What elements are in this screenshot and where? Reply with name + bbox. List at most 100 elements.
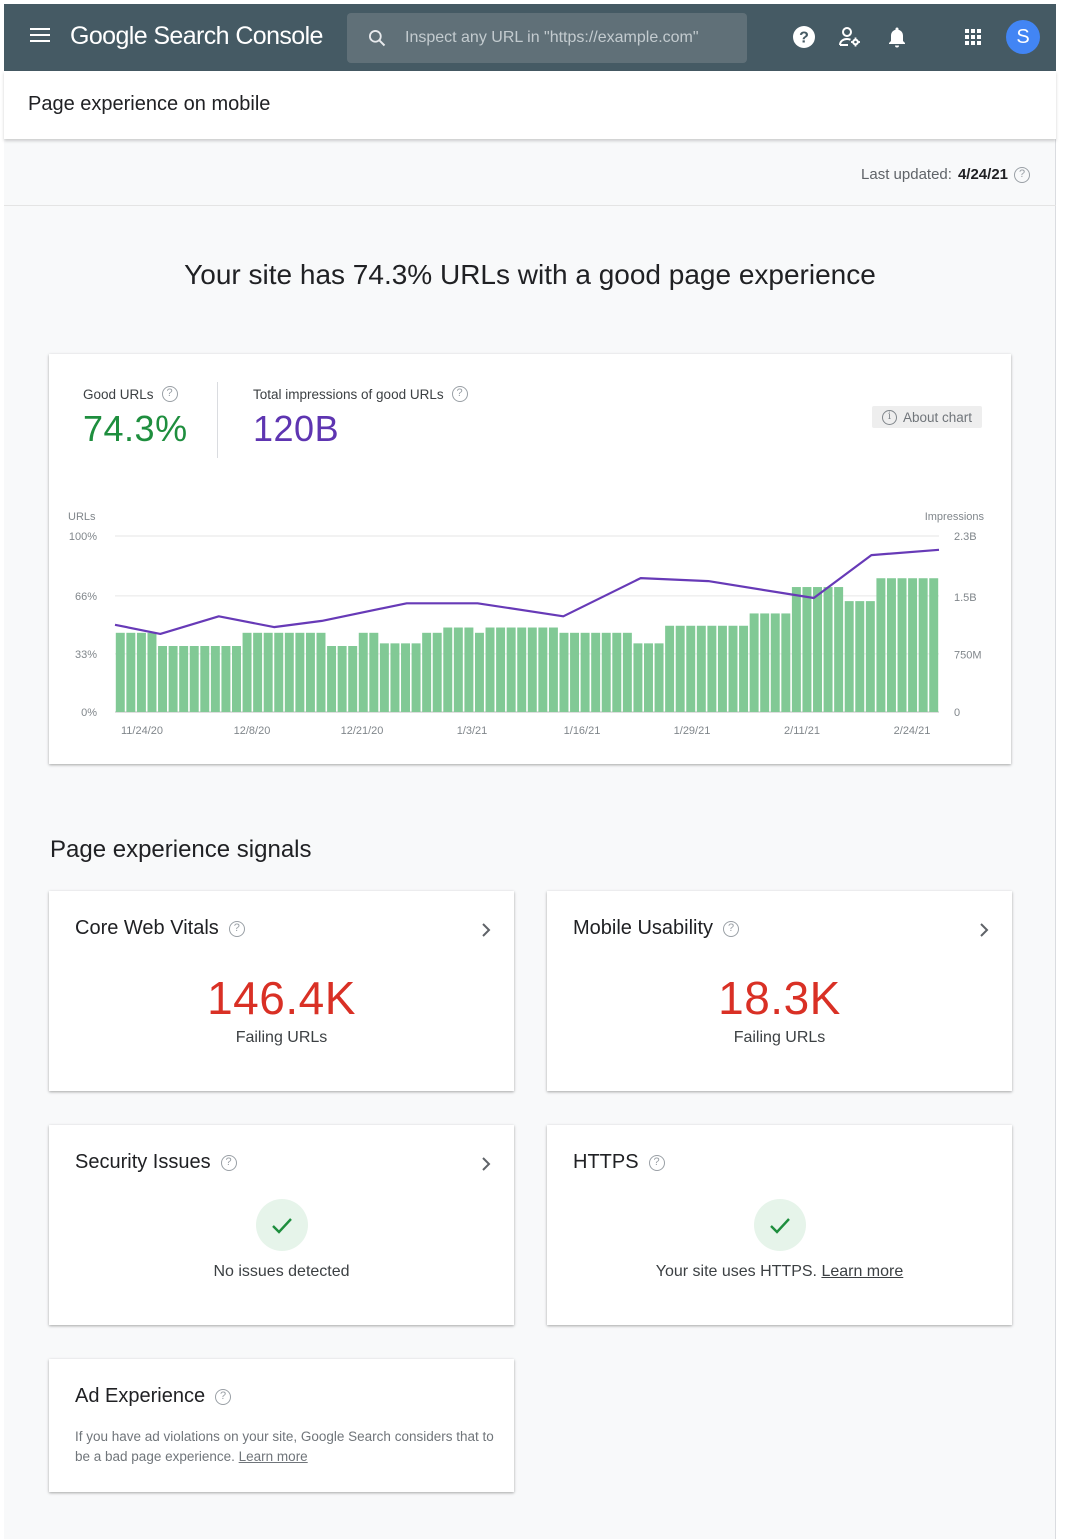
bar <box>580 632 590 712</box>
x-tick-label: 2/11/21 <box>784 725 820 737</box>
bar <box>369 632 379 712</box>
menu-icon[interactable] <box>30 28 50 44</box>
notifications-icon[interactable] <box>885 25 909 49</box>
bar <box>929 578 939 712</box>
app-logo[interactable]: Google Search Console <box>70 22 323 51</box>
last-updated-label: Last updated: <box>861 166 952 183</box>
bar <box>686 625 696 712</box>
bar <box>770 613 780 712</box>
help-icon[interactable]: ? <box>220 1154 237 1171</box>
bar <box>665 625 675 712</box>
bar <box>813 587 822 712</box>
account-avatar[interactable]: S <box>1006 20 1040 54</box>
bar <box>506 627 516 712</box>
bar <box>443 627 453 712</box>
security-issues-status: No issues detected <box>213 1263 350 1280</box>
bar <box>242 632 252 712</box>
bar <box>496 627 506 712</box>
bar <box>601 632 611 712</box>
url-inspection-search[interactable] <box>347 13 747 63</box>
right-tick-label: 2.3B <box>954 531 977 543</box>
https-card: HTTPS? Your site uses HTTPS. Learn more <box>547 1125 1012 1325</box>
bar <box>348 646 358 712</box>
bar <box>844 601 854 712</box>
page-title: Page experience on mobile <box>28 93 271 115</box>
bar <box>559 632 569 712</box>
mobile-usability-title: Mobile Usability <box>573 917 714 939</box>
bar <box>886 578 896 712</box>
bar <box>210 646 220 712</box>
bar <box>337 646 347 712</box>
bar <box>675 625 685 712</box>
https-learn-more-link[interactable]: Learn more <box>821 1263 903 1280</box>
check-badge <box>754 1199 806 1251</box>
bar <box>453 627 463 712</box>
check-icon <box>272 1218 292 1234</box>
bar <box>401 643 410 712</box>
bar <box>633 643 643 712</box>
bar <box>538 627 548 712</box>
chevron-right-icon[interactable] <box>480 921 492 939</box>
url-inspection-input[interactable] <box>405 13 735 63</box>
right-tick-label: 0 <box>954 707 960 719</box>
x-tick-label: 11/24/20 <box>121 725 163 737</box>
bar <box>717 625 727 712</box>
bar <box>411 643 421 712</box>
chevron-right-icon[interactable] <box>978 921 990 939</box>
x-tick-label: 1/3/21 <box>457 725 488 737</box>
bar <box>834 587 844 712</box>
x-tick-label: 12/21/20 <box>341 725 384 737</box>
mobile-usability-card[interactable]: Mobile Usability? 18.3K Failing URLs <box>547 891 1012 1091</box>
bar <box>548 627 558 712</box>
bar <box>897 578 907 712</box>
bar <box>464 627 474 712</box>
bar <box>760 613 770 712</box>
bar <box>168 646 178 712</box>
bar <box>147 632 157 712</box>
help-icon[interactable]: ? <box>228 920 245 937</box>
x-tick-label: 1/29/21 <box>674 725 711 737</box>
bar <box>115 632 125 712</box>
core-web-vitals-title: Core Web Vitals <box>75 917 219 939</box>
bar <box>622 632 632 712</box>
bar <box>358 632 368 712</box>
ad-experience-learn-more-link[interactable]: Learn more <box>239 1449 308 1464</box>
left-tick-label: 100% <box>69 531 97 543</box>
right-tick-label: 1.5B <box>954 592 977 604</box>
search-icon <box>369 30 386 47</box>
bar <box>316 632 326 712</box>
bar <box>527 627 537 712</box>
help-icon[interactable]: ? <box>215 1388 232 1405</box>
x-tick-label: 12/8/20 <box>234 725 271 737</box>
bar <box>591 632 601 712</box>
https-title: HTTPS <box>573 1151 639 1173</box>
bar <box>295 632 305 712</box>
manage-users-icon[interactable] <box>838 25 862 49</box>
apps-icon[interactable] <box>961 25 985 49</box>
help-icon[interactable]: ? <box>723 920 740 937</box>
bar <box>327 646 337 712</box>
core-web-vitals-card[interactable]: Core Web Vitals? 146.4K Failing URLs <box>49 891 514 1091</box>
bar <box>136 632 146 712</box>
left-tick-label: 0% <box>81 707 97 719</box>
https-status: Your site uses HTTPS. Learn more <box>547 1263 1012 1281</box>
bar <box>517 627 527 712</box>
last-updated-bar: Last updated: 4/24/21 ? <box>4 141 1056 206</box>
help-icon[interactable]: ? <box>1014 166 1030 183</box>
bar <box>263 632 273 712</box>
help-icon[interactable]: ? <box>648 1154 665 1171</box>
bar <box>908 578 918 712</box>
mobile-usability-failing-count: 18.3K <box>718 972 841 1024</box>
bar <box>781 613 791 712</box>
x-tick-label: 2/24/21 <box>894 725 931 737</box>
chevron-right-icon[interactable] <box>480 1155 492 1173</box>
bar <box>728 625 738 712</box>
bar <box>305 632 315 712</box>
core-web-vitals-failing-count: 146.4K <box>207 972 356 1024</box>
ad-experience-card: Ad Experience? If you have ad violations… <box>49 1359 514 1492</box>
bar <box>918 578 928 712</box>
bar <box>284 632 294 712</box>
help-icon[interactable]: ? <box>792 25 816 49</box>
good-urls-chart: 0% 33% 66% 100% URLs 0 750M 1.5B 2.3B Impressions… <box>68 511 985 737</box>
security-issues-card[interactable]: Security Issues? No issues detected <box>49 1125 514 1325</box>
